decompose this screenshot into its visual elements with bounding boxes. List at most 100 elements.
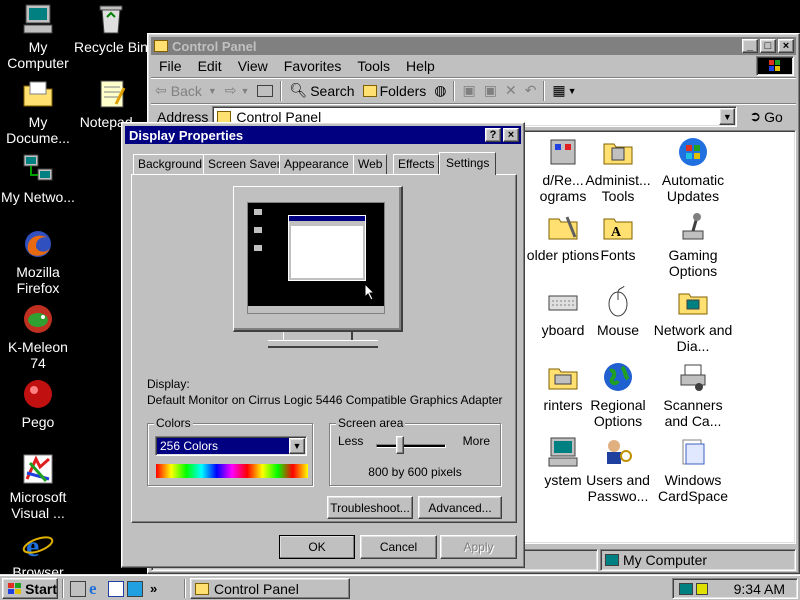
copy-to-button[interactable]: ▣ <box>480 82 501 99</box>
colors-select[interactable]: 256 Colors ▼ <box>155 436 307 456</box>
slider-thumb[interactable] <box>396 436 404 454</box>
channels-icon[interactable] <box>127 580 143 597</box>
windows-flag-icon <box>8 582 21 594</box>
tab-screen-saver[interactable]: Screen Saver <box>203 154 286 174</box>
cp-scanners-cameras[interactable]: Scanners and Ca... <box>652 361 734 429</box>
cp-item-label: Windows CardSpace <box>657 472 729 504</box>
ok-button[interactable]: OK <box>279 535 355 559</box>
forward-button[interactable]: ⇨ ▼ <box>221 82 254 99</box>
chameleon-icon <box>22 303 54 335</box>
monitor-preview <box>233 186 403 342</box>
cp-automatic-updates[interactable]: Automatic Updates <box>652 136 734 204</box>
system-icon <box>547 436 579 468</box>
tab-web[interactable]: Web <box>353 154 388 174</box>
desktop-icon-label: My Netwo... <box>1 189 75 205</box>
delete-button[interactable]: ✕ <box>501 82 521 99</box>
minimize-button[interactable]: _ <box>742 39 758 53</box>
desktop-icon-firefox[interactable]: Mozilla Firefox <box>0 228 76 296</box>
standard-toolbar: ⇦ Back ▼ ⇨ ▼ 🔍︎ Search Folders ◍ ▣ ▣ ✕ ↶… <box>151 77 796 103</box>
desktop-icon-ms-visual[interactable]: Microsoft Visual ... <box>0 453 76 521</box>
internet-explorer-icon[interactable]: e <box>89 580 105 597</box>
desktop-icon-browser[interactable]: e Browser <box>0 528 76 580</box>
tab-background[interactable]: Background <box>133 154 208 174</box>
desktop-icon-label: K-Meleon 74 <box>8 339 68 371</box>
tab-settings[interactable]: Settings <box>439 152 497 175</box>
start-button[interactable]: Start <box>2 578 58 599</box>
desktop-icon-my-computer[interactable]: My Computer <box>0 3 76 71</box>
dialog-titlebar[interactable]: Display Properties ? × <box>125 126 521 144</box>
add-remove-programs-icon <box>547 136 579 168</box>
show-desktop-icon[interactable] <box>70 580 86 597</box>
cp-administrative-tools[interactable]: Administ... Tools <box>577 136 659 204</box>
move-to-button[interactable]: ▣ <box>458 82 479 99</box>
cp-mouse[interactable]: Mouse <box>577 285 659 338</box>
menu-bar: File Edit View Favorites Tools Help <box>151 55 796 77</box>
system-tray: 9:34 AM <box>672 578 798 599</box>
desktop-icon-recycle-bin[interactable]: Recycle Bin <box>73 3 149 55</box>
menu-favorites[interactable]: Favorites <box>276 58 350 74</box>
taskbar-separator <box>184 579 186 598</box>
copy-to-icon: ▣ <box>483 82 497 98</box>
display-properties-dialog: Display Properties ? × Background Screen… <box>121 122 525 568</box>
close-button[interactable]: × <box>503 128 519 142</box>
menu-file[interactable]: File <box>151 58 190 74</box>
desktop-icon-pego[interactable]: Pego <box>0 378 76 430</box>
desktop-icon-my-network[interactable]: My Netwo... <box>0 153 76 205</box>
up-folder-button[interactable] <box>253 84 277 97</box>
troubleshoot-button[interactable]: Troubleshoot... <box>327 496 413 519</box>
window-title: Control Panel <box>172 38 257 54</box>
slider-track <box>376 444 446 448</box>
cp-regional-options[interactable]: Regional Options <box>577 361 659 429</box>
task-label: Control Panel <box>214 580 299 597</box>
resolution-slider[interactable] <box>376 436 446 458</box>
control-panel-titlebar[interactable]: Control Panel _ □ × <box>151 37 796 55</box>
menu-tools[interactable]: Tools <box>349 58 398 74</box>
volume-tray-icon[interactable] <box>696 582 708 595</box>
network-tray-icon[interactable] <box>679 582 693 595</box>
history-button[interactable]: ◍ <box>430 82 450 99</box>
folder-icon <box>22 78 54 110</box>
menu-view[interactable]: View <box>230 58 276 74</box>
screen-area-group-title: Screen area <box>336 416 406 430</box>
mouse-icon <box>602 285 634 318</box>
tab-appearance[interactable]: Appearance <box>279 154 354 174</box>
preview-cursor-icon <box>364 283 376 301</box>
users-icon <box>602 436 634 468</box>
search-button[interactable]: 🔍︎ Search <box>285 82 358 99</box>
clock[interactable]: 9:34 AM <box>734 581 785 597</box>
close-button[interactable]: × <box>778 39 794 53</box>
cp-fonts[interactable]: A Fonts <box>577 211 659 263</box>
preview-desktop-icon <box>254 245 262 251</box>
menu-help[interactable]: Help <box>398 58 443 74</box>
cp-network-dialup[interactable]: Network and Dia... <box>652 286 734 354</box>
chevron-down-icon: ▼ <box>240 85 250 96</box>
undo-button[interactable]: ↶ <box>521 82 541 99</box>
apply-button[interactable]: Apply <box>440 535 517 559</box>
back-button[interactable]: ⇦ Back ▼ <box>151 82 221 99</box>
cp-item-label: Administ... Tools <box>585 172 651 204</box>
maximize-button[interactable]: □ <box>760 39 776 53</box>
cp-windows-cardspace[interactable]: Windows CardSpace <box>652 436 734 504</box>
desktop-icon-k-meleon[interactable]: K-Meleon 74 <box>0 303 76 371</box>
advanced-button[interactable]: Advanced... <box>418 496 502 519</box>
colors-dropdown-button[interactable]: ▼ <box>289 438 305 454</box>
help-button[interactable]: ? <box>485 128 501 142</box>
go-arrow-icon: ➲ <box>749 108 762 124</box>
tab-strip: Background Screen Saver Appearance Web E… <box>131 152 517 175</box>
taskbar-task-control-panel[interactable]: Control Panel <box>190 578 350 599</box>
network-connections-icon <box>677 286 709 318</box>
quick-launch-chevron-icon[interactable]: » <box>150 581 157 596</box>
monitor-screen <box>247 202 385 314</box>
outlook-express-icon[interactable] <box>108 580 124 597</box>
go-button[interactable]: ➲ Go <box>745 108 786 125</box>
cp-gaming-options[interactable]: Gaming Options <box>652 211 734 279</box>
desktop-icon-my-documents[interactable]: My Docume... <box>0 78 76 146</box>
views-button[interactable]: ▦ ▼ <box>548 82 580 99</box>
tab-effects[interactable]: Effects <box>393 154 440 174</box>
taskbar: Start e » Control Panel 9:34 AM <box>0 574 800 600</box>
folders-button[interactable]: Folders <box>359 83 431 99</box>
address-dropdown-button[interactable]: ▼ <box>719 108 736 125</box>
menu-edit[interactable]: Edit <box>190 58 230 74</box>
cp-users-passwords[interactable]: Users and Passwo... <box>577 436 659 504</box>
cancel-button[interactable]: Cancel <box>360 535 437 559</box>
